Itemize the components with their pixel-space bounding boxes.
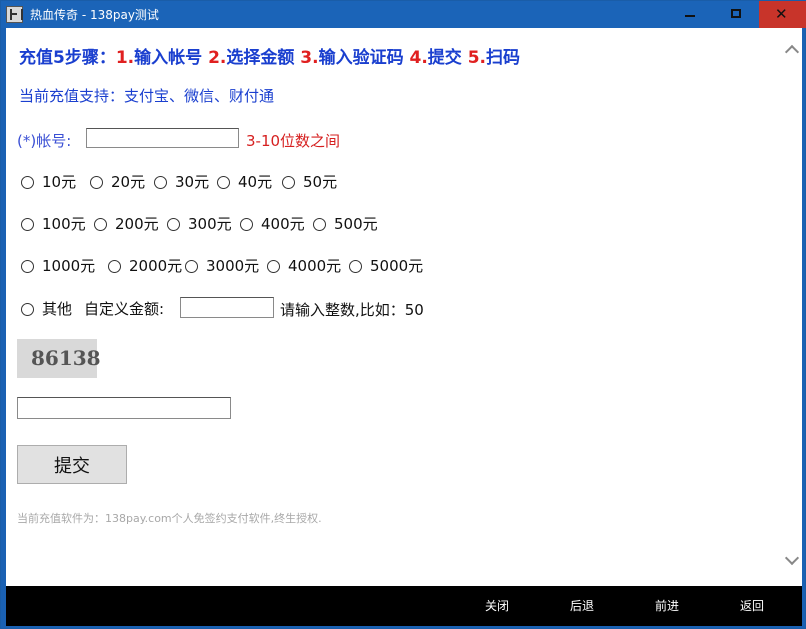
amount-label: 50元 [303, 173, 338, 191]
amount-label: 500元 [334, 215, 378, 233]
step-number: 3. [300, 48, 319, 68]
amount-label: 4000元 [288, 257, 342, 275]
app-window: 热血传奇 - 138pay测试 ✕ 充值5步骤：1.输入帐号 2.选择金额 3.… [0, 0, 806, 629]
recharge-form: 充值5步骤：1.输入帐号 2.选择金额 3.输入验证码 4.提交 5.扫码 当前… [6, 28, 781, 586]
vertical-scrollbar[interactable] [781, 28, 802, 586]
account-hint: 3-10位数之间 [246, 132, 341, 150]
minimize-button[interactable] [667, 1, 713, 28]
close-icon: ✕ [775, 5, 788, 23]
captcha-code: 86138 [31, 346, 101, 370]
nav-forward-button[interactable]: 前进 [655, 597, 679, 614]
step-label: 输入验证码 [318, 48, 404, 68]
custom-amount-label: 自定义金额: [84, 300, 165, 318]
title-bar[interactable]: 热血传奇 - 138pay测试 ✕ [1, 1, 806, 28]
radio-button[interactable] [21, 176, 34, 189]
nav-back-button[interactable]: 后退 [570, 597, 594, 614]
radio-button[interactable] [167, 218, 180, 231]
radio-button[interactable] [217, 176, 230, 189]
footer-note: 当前充值软件为：138pay.com个人免签约支付软件,终生授权. [17, 512, 322, 525]
amount-label: 40元 [238, 173, 273, 191]
radio-button[interactable] [154, 176, 167, 189]
amount-label: 300元 [188, 215, 232, 233]
radio-button[interactable] [21, 260, 34, 273]
step-number: 2. [208, 48, 227, 68]
bottom-nav-bar: 关闭 后退 前进 返回 [6, 586, 802, 626]
radio-button[interactable] [185, 260, 198, 273]
close-window-button[interactable]: ✕ [759, 1, 806, 28]
radio-button[interactable] [240, 218, 253, 231]
step-number: 5. [467, 48, 487, 68]
scroll-up-icon[interactable] [784, 42, 799, 57]
custom-amount-input[interactable] [180, 297, 274, 318]
radio-button[interactable] [282, 176, 295, 189]
amount-label: 5000元 [370, 257, 424, 275]
amount-label: 2000元 [129, 257, 183, 275]
radio-button[interactable] [313, 218, 326, 231]
radio-button[interactable] [94, 218, 107, 231]
maximize-button[interactable] [713, 1, 759, 28]
step-number: 4. [409, 48, 428, 68]
amount-label: 400元 [261, 215, 305, 233]
radio-button[interactable] [90, 176, 103, 189]
amount-label: 20元 [111, 173, 146, 191]
step-number: 1. [115, 48, 135, 68]
steps-heading: 充值5步骤：1.输入帐号 2.选择金额 3.输入验证码 4.提交 5.扫码 [19, 43, 520, 68]
nav-return-button[interactable]: 返回 [740, 597, 764, 614]
submit-button[interactable]: 提交 [17, 445, 127, 484]
step-label: 选择金额 [226, 48, 295, 68]
captcha-image[interactable]: 86138 [17, 339, 101, 378]
account-label: (*)帐号: [17, 132, 72, 150]
amount-label: 1000元 [42, 257, 96, 275]
radio-button[interactable] [21, 303, 34, 316]
radio-button[interactable] [349, 260, 362, 273]
amount-label: 10元 [42, 173, 77, 191]
custom-amount-hint: 请输入整数,比如：50 [280, 301, 424, 319]
step-label: 输入帐号 [134, 48, 203, 68]
amount-label: 其他 [42, 300, 73, 318]
radio-button[interactable] [267, 260, 280, 273]
radio-button[interactable] [108, 260, 121, 273]
step-label: 提交 [427, 48, 462, 68]
amount-label: 3000元 [206, 257, 260, 275]
nav-close-button[interactable]: 关闭 [485, 597, 509, 614]
scroll-down-icon[interactable] [784, 553, 799, 568]
payment-support-text: 当前充值支持：支付宝、微信、财付通 [19, 87, 275, 105]
steps-prefix: 充值5步骤： [19, 48, 116, 68]
account-input[interactable] [86, 128, 239, 148]
radio-button[interactable] [21, 218, 34, 231]
amount-label: 30元 [175, 173, 210, 191]
amount-label: 100元 [42, 215, 86, 233]
step-label: 扫码 [486, 48, 521, 68]
minimize-icon [685, 15, 695, 17]
maximize-icon [731, 9, 741, 18]
app-icon [6, 6, 23, 23]
window-title: 热血传奇 - 138pay测试 [30, 8, 159, 22]
amount-label: 200元 [115, 215, 159, 233]
captcha-input[interactable] [17, 397, 231, 419]
